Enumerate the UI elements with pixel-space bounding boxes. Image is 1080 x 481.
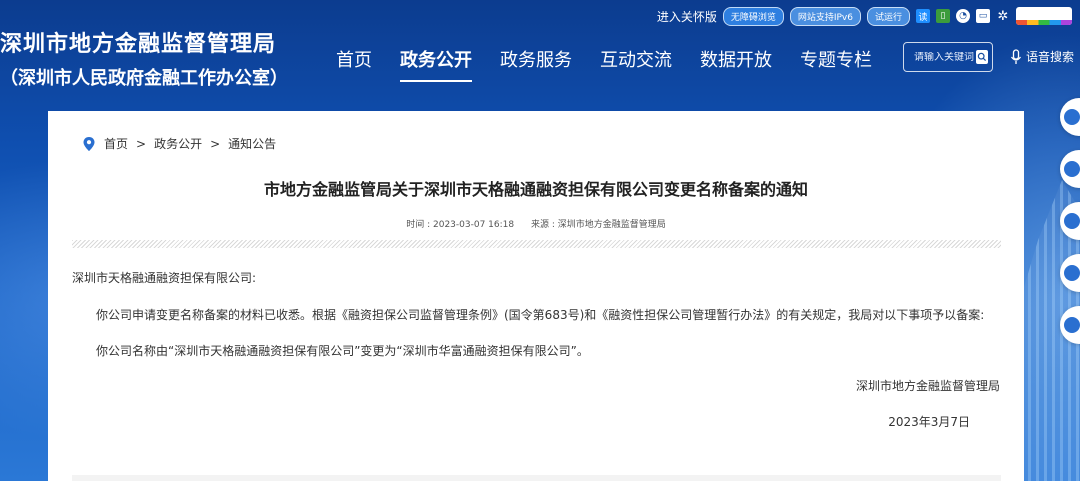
publish-time: 时间 : 2023-03-07 16:18 (406, 220, 515, 230)
site-title: 深圳市地方金融监督管理局 （深圳市人民政府金融工作办公室） (0, 26, 288, 90)
mobile-icon[interactable]: ▯ (936, 9, 950, 23)
main-nav: 首页 政务公开 政务服务 互动交流 数据开放 专题专栏 (336, 46, 872, 82)
article-title: 市地方金融监管局关于深圳市天格融通融资担保有限公司变更名称备案的通知 (263, 180, 808, 199)
read-icon[interactable]: 读 (916, 9, 930, 23)
article-paragraph-2: 你公司名称由“深圳市天格融通融资担保有限公司”变更为“深圳市华富通融资担保有限公… (96, 344, 589, 358)
float-qrcode-button[interactable] (1060, 98, 1080, 136)
mail-icon (1064, 265, 1080, 281)
site-title-main: 深圳市地方金融监督管理局 (0, 32, 277, 57)
article-salutation: 深圳市天格融通融资担保有限公司: (72, 271, 257, 285)
side-float-toolbar (1060, 98, 1080, 344)
article-date: 2023年3月7日 (888, 415, 970, 429)
location-pin-icon (83, 136, 95, 151)
care-version-link[interactable]: 进入关怀版 (657, 8, 717, 25)
title-divider (72, 240, 1001, 248)
breadcrumb-separator: > (136, 136, 147, 151)
article-source: 来源 : 深圳市地方金融监督管理局 (530, 220, 666, 230)
phone-icon (1064, 213, 1080, 229)
breadcrumb-gov-affairs[interactable]: 政务公开 (154, 135, 202, 152)
ipv6-badge: 网站支持IPv6 (789, 6, 861, 26)
article-meta: 时间 : 2023-03-07 16:18 来源 : 深圳市地方金融监督管理局 (48, 217, 1024, 230)
site-title-sub: （深圳市人民政府金融工作办公室） (0, 68, 288, 89)
trial-badge: 试运行 (866, 6, 910, 26)
float-mail-button[interactable] (1060, 254, 1080, 292)
float-top-button[interactable] (1060, 306, 1080, 344)
bottom-band (72, 475, 1001, 481)
weibo-icon[interactable]: ◔ (956, 9, 970, 23)
accessibility-button[interactable]: 无障碍浏览 (722, 6, 784, 26)
search-icon[interactable] (976, 50, 988, 64)
search-box (903, 42, 993, 72)
nav-open-data[interactable]: 数据开放 (700, 46, 772, 82)
voice-search-label: 语音搜索 (1026, 50, 1075, 64)
nav-home[interactable]: 首页 (336, 46, 372, 82)
voice-search-button[interactable]: 语音搜索 (1010, 48, 1074, 65)
nav-gov-affairs[interactable]: 政务公开 (400, 46, 472, 82)
nav-interaction[interactable]: 互动交流 (600, 46, 672, 82)
float-phone-button[interactable] (1060, 202, 1080, 240)
gov-logo-icon[interactable] (1016, 7, 1072, 25)
breadcrumb-notices[interactable]: 通知公告 (228, 135, 276, 152)
qrcode-icon (1064, 109, 1080, 125)
breadcrumb: 首页 > 政务公开 > 通知公告 (82, 135, 276, 152)
utility-bar: 进入关怀版 无障碍浏览 网站支持IPv6 试运行 读 ▯ ◔ ▭ ✲ (657, 6, 1072, 26)
share-icon[interactable]: ✲ (996, 9, 1010, 24)
article-signature: 深圳市地方金融监督管理局 (855, 379, 1000, 393)
search-input[interactable] (914, 51, 976, 63)
article-paragraph-1: 你公司申请变更名称备案的材料已收悉。根据《融资担保公司监督管理条例》(国令第68… (96, 308, 985, 322)
article-card: 首页 > 政务公开 > 通知公告 市地方金融监管局关于深圳市天格融通融资担保有限… (48, 111, 1024, 481)
nav-special-topics[interactable]: 专题专栏 (800, 46, 872, 82)
monitor-icon[interactable]: ▭ (976, 9, 990, 23)
microphone-icon (1010, 48, 1022, 64)
nav-gov-services[interactable]: 政务服务 (500, 46, 572, 82)
arrow-up-icon (1064, 317, 1080, 333)
chat-icon (1064, 161, 1080, 177)
breadcrumb-home[interactable]: 首页 (104, 135, 128, 152)
float-chat-button[interactable] (1060, 150, 1080, 188)
breadcrumb-separator: > (210, 136, 221, 151)
